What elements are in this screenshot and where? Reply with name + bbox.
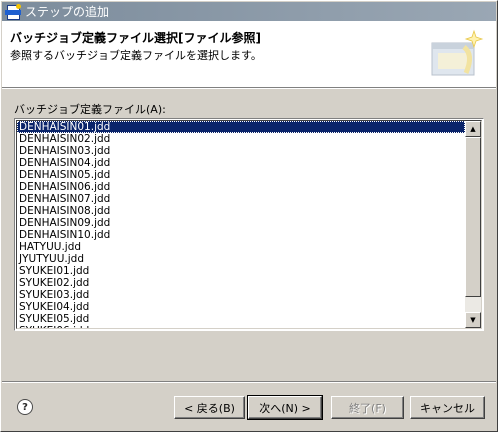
wizard-window-icon [431, 29, 484, 76]
list-item[interactable]: SYUKEI02.jdd [17, 277, 465, 289]
list-item[interactable]: DENHAISIN04.jdd [17, 157, 465, 169]
vertical-scrollbar[interactable]: ▲ ▼ [465, 121, 481, 328]
scroll-thumb[interactable] [465, 137, 481, 297]
scroll-down-arrow-icon[interactable]: ▼ [465, 312, 481, 328]
list-item[interactable]: DENHAISIN03.jdd [17, 145, 465, 157]
next-button[interactable]: 次へ(N) > [247, 395, 323, 420]
list-item[interactable]: DENHAISIN06.jdd [17, 181, 465, 193]
banner-divider [2, 88, 496, 89]
file-listbox[interactable]: DENHAISIN01.jdd DENHAISIN02.jdd DENHAISIN0… [14, 118, 484, 331]
help-icon[interactable]: ? [17, 399, 33, 415]
page-description: 参照するバッチジョブ定義ファイルを選択します。 [10, 49, 262, 62]
finish-button[interactable]: 終了(F) [331, 396, 404, 419]
back-button[interactable]: < 戻る(B) [174, 396, 245, 419]
list-item[interactable]: HATYUU.jdd [17, 241, 465, 253]
window-title: ステップの追加 [25, 5, 110, 19]
cancel-button[interactable]: キャンセル [410, 396, 485, 419]
button-separator [2, 381, 496, 383]
scroll-up-arrow-icon[interactable]: ▲ [465, 121, 481, 137]
list-item[interactable]: SYUKEI06.jdd [17, 325, 465, 328]
file-list-items[interactable]: DENHAISIN01.jdd DENHAISIN02.jdd DENHAISIN0… [17, 121, 465, 328]
wizard-app-icon [5, 3, 21, 20]
list-item[interactable]: DENHAISIN10.jdd [17, 229, 465, 241]
file-list-label: バッチジョブ定義ファイル(A): [14, 103, 166, 116]
list-item[interactable]: JYUTYUU.jdd [17, 253, 465, 265]
list-item[interactable]: SYUKEI01.jdd [17, 265, 465, 277]
list-item[interactable]: DENHAISIN05.jdd [17, 169, 465, 181]
wizard-banner: バッチジョブ定義ファイル選択[ファイル参照] 参照するバッチジョブ定義ファイルを… [2, 21, 496, 88]
list-item[interactable]: SYUKEI05.jdd [17, 313, 465, 325]
title-bar[interactable]: ステップの追加 [2, 2, 496, 21]
page-title: バッチジョブ定義ファイル選択[ファイル参照] [10, 31, 261, 45]
list-item[interactable]: SYUKEI04.jdd [17, 301, 465, 313]
dialog-window: ステップの追加 バッチジョブ定義ファイル選択[ファイル参照] 参照するバッチジョ… [0, 0, 498, 432]
list-item[interactable]: SYUKEI03.jdd [17, 289, 465, 301]
list-item[interactable]: DENHAISIN09.jdd [17, 217, 465, 229]
list-item[interactable]: DENHAISIN08.jdd [17, 205, 465, 217]
list-item[interactable]: DENHAISIN07.jdd [17, 193, 465, 205]
list-item[interactable]: DENHAISIN02.jdd [17, 133, 465, 145]
list-item[interactable]: DENHAISIN01.jdd [17, 121, 465, 133]
